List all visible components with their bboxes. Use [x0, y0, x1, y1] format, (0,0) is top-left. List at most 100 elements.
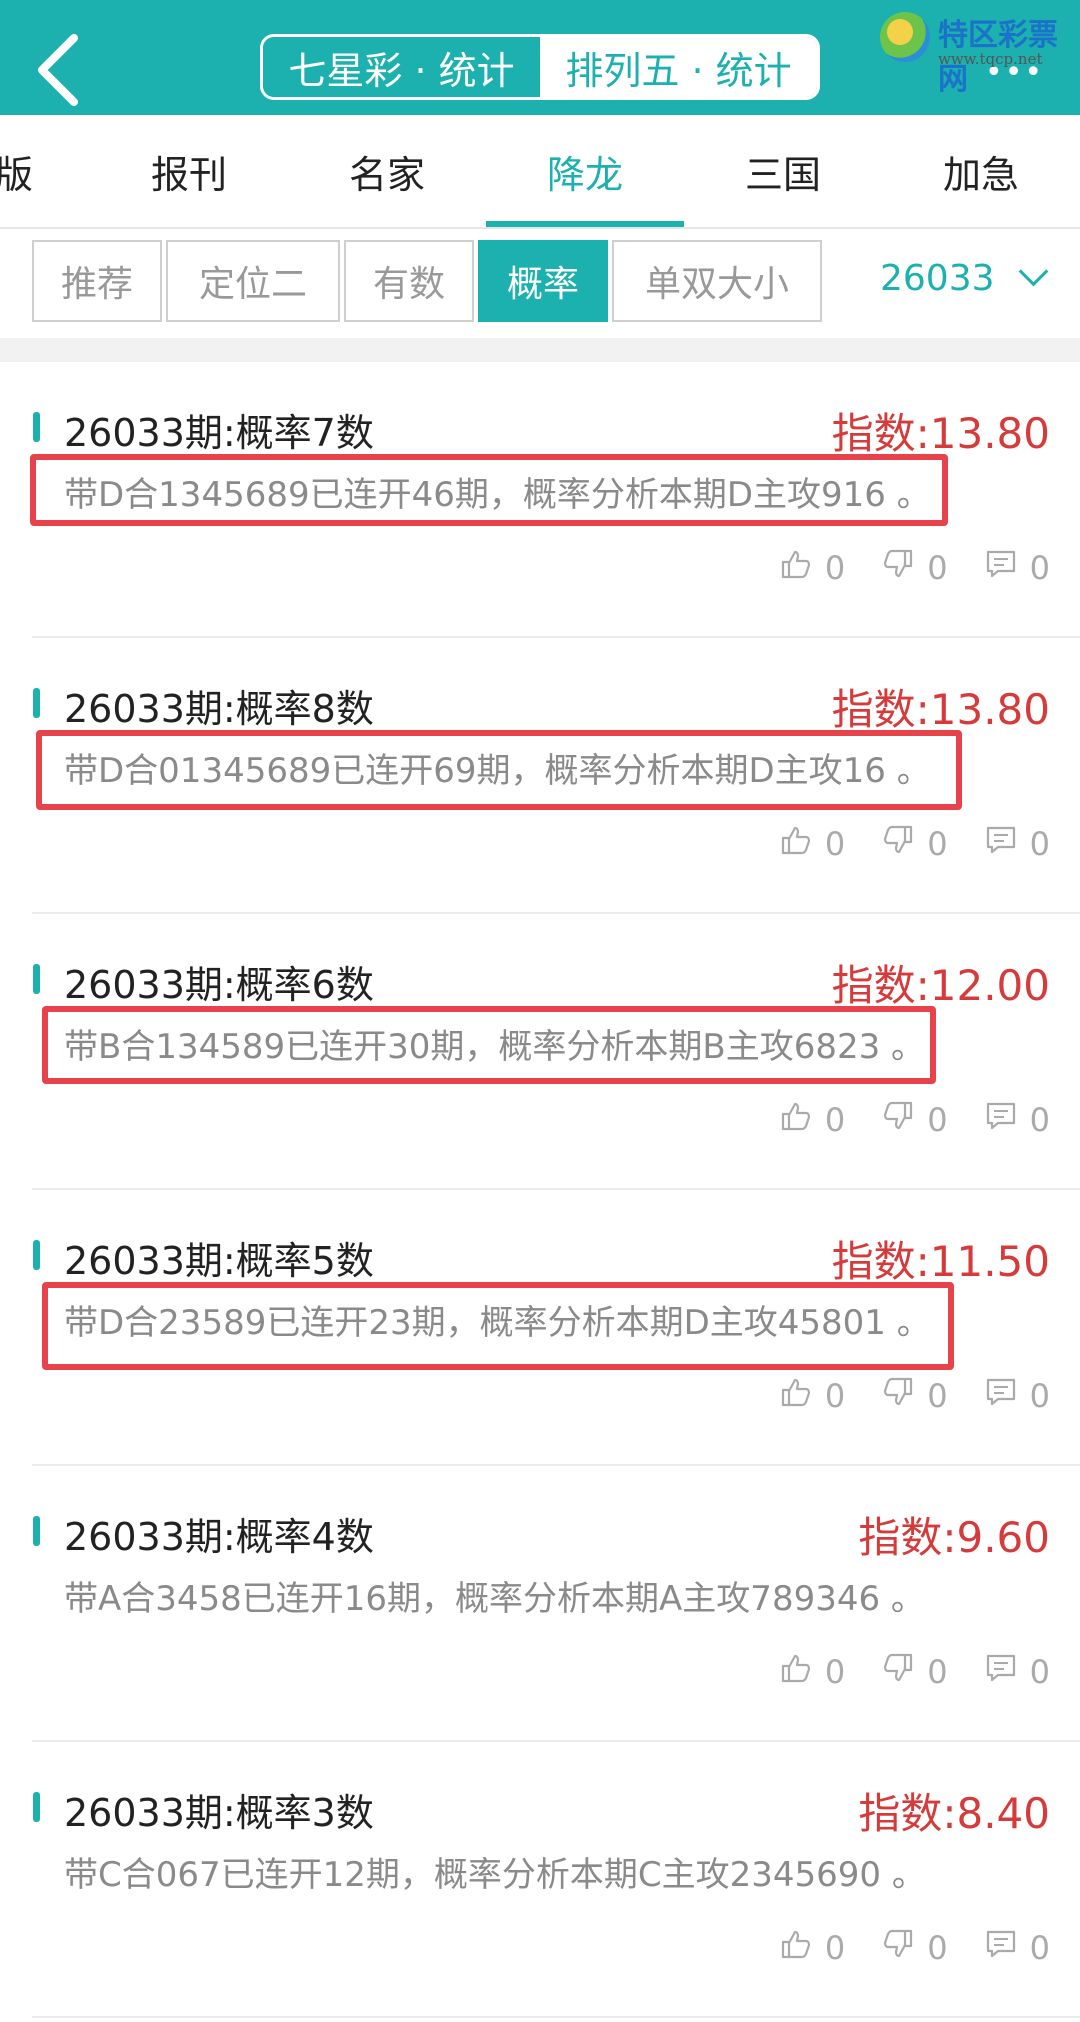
like-count: 0: [824, 549, 846, 587]
dislike-button[interactable]: 0: [881, 547, 948, 589]
site-watermark-logo: 特区彩票网 www.tqcp.net: [880, 8, 1075, 97]
card-title: 26033期:概率4数: [64, 1515, 374, 1559]
prediction-card[interactable]: 26033期:概率8数 指数:13.80 带D合01345689已连开69期，概率分…: [0, 638, 1080, 914]
card-score: 指数:9.60: [858, 1513, 1050, 1562]
segment-qixingcai[interactable]: 七星彩 · 统计: [263, 37, 540, 97]
card-actions: 0 0 0: [779, 1927, 1050, 1969]
like-button[interactable]: 0: [779, 1375, 845, 1417]
comment-button[interactable]: 0: [984, 1651, 1050, 1693]
comment-count: 0: [1029, 1653, 1050, 1691]
comment-button[interactable]: 0: [984, 1927, 1050, 1969]
comment-count: 0: [1029, 1101, 1050, 1139]
tab-sanguo[interactable]: 三国: [684, 115, 882, 227]
card-accent-bar: [33, 688, 40, 718]
dislike-button[interactable]: 0: [881, 1651, 948, 1693]
dislike-button[interactable]: 0: [881, 1927, 948, 1969]
card-accent-bar: [33, 964, 40, 994]
card-score: 指数:13.80: [831, 685, 1050, 734]
comment-icon: [984, 1375, 1018, 1417]
card-score: 指数:12.00: [831, 961, 1050, 1010]
card-accent-bar: [33, 1240, 40, 1270]
like-button[interactable]: 0: [779, 1651, 845, 1693]
tab-jiaji[interactable]: 加急: [882, 115, 1080, 227]
thumbs-up-icon: [779, 823, 813, 865]
filter-youshu[interactable]: 有数: [344, 240, 474, 322]
filter-danshuangdaxiao[interactable]: 单双大小: [612, 240, 822, 322]
thumbs-down-icon: [881, 1927, 915, 1969]
comment-icon: [984, 1099, 1018, 1141]
thumbs-down-icon: [881, 1099, 915, 1141]
thumbs-up-icon: [779, 547, 813, 589]
like-count: 0: [824, 1101, 846, 1139]
dislike-count: 0: [927, 1929, 948, 1967]
prediction-card[interactable]: 26033期:概率6数 指数:12.00 带B合134589已连开30期，概率分析本…: [0, 914, 1080, 1190]
tab-mingjia[interactable]: 名家: [288, 115, 486, 227]
like-button[interactable]: 0: [779, 547, 845, 589]
prediction-card[interactable]: 26033期:概率3数 指数:8.40 带C合067已连开12期，概率分析本期C主攻…: [0, 1742, 1080, 2018]
logo-url: www.tqcp.net: [938, 50, 1043, 68]
filter-tuijian[interactable]: 推荐: [32, 240, 162, 322]
segment-pailiewu[interactable]: 排列五 · 统计: [540, 37, 817, 97]
card-actions: 0 0 0: [779, 823, 1050, 865]
issue-select-value: 26033: [880, 258, 995, 299]
card-title: 26033期:概率6数: [64, 963, 374, 1007]
dislike-count: 0: [927, 1653, 948, 1691]
dislike-count: 0: [927, 825, 948, 863]
chevron-down-icon: [1018, 256, 1048, 287]
card-title: 26033期:概率3数: [64, 1791, 374, 1835]
prediction-card[interactable]: 26033期:概率5数 指数:11.50 带D合23589已连开23期，概率分析本期…: [0, 1190, 1080, 1466]
thumbs-up-icon: [779, 1651, 813, 1693]
card-actions: 0 0 0: [779, 1651, 1050, 1693]
card-title: 26033期:概率5数: [64, 1239, 374, 1283]
card-description: 带A合3458已连开16期，概率分析本期A主攻789346 。: [64, 1579, 925, 1619]
issue-select[interactable]: 26033: [880, 256, 1048, 299]
app-header: 七星彩 · 统计 排列五 · 统计 ••• 特区彩票网 www.tqcp.net: [0, 0, 1080, 115]
comment-button[interactable]: 0: [984, 823, 1050, 865]
comment-icon: [984, 1927, 1018, 1969]
dislike-button[interactable]: 0: [881, 823, 948, 865]
filter-tabs: 推荐 定位二 有数 概率 单双大小: [32, 240, 826, 326]
highlight-box: [42, 1282, 954, 1370]
thumbs-down-icon: [881, 1651, 915, 1693]
comment-count: 0: [1029, 1929, 1050, 1967]
comment-icon: [984, 547, 1018, 589]
filter-dingweier[interactable]: 定位二: [166, 240, 340, 322]
logo-emblem-icon: [880, 12, 930, 62]
like-button[interactable]: 0: [779, 1099, 845, 1141]
comment-button[interactable]: 0: [984, 547, 1050, 589]
highlight-box: [30, 454, 948, 526]
card-actions: 0 0 0: [779, 1099, 1050, 1141]
thumbs-up-icon: [779, 1375, 813, 1417]
tab-baokan[interactable]: 报刊: [90, 115, 288, 227]
comment-count: 0: [1029, 549, 1050, 587]
comment-button[interactable]: 0: [984, 1375, 1050, 1417]
card-actions: 0 0 0: [779, 1375, 1050, 1417]
thumbs-up-icon: [779, 1099, 813, 1141]
card-score: 指数:8.40: [858, 1789, 1050, 1838]
like-count: 0: [824, 1377, 846, 1415]
card-actions: 0 0 0: [779, 547, 1050, 589]
card-divider: [32, 2016, 1080, 2018]
comment-count: 0: [1029, 1377, 1050, 1415]
dislike-button[interactable]: 0: [881, 1375, 948, 1417]
like-button[interactable]: 0: [779, 1927, 845, 1969]
thumbs-down-icon: [881, 547, 915, 589]
prediction-card[interactable]: 26033期:概率7数 指数:13.80 带D合1345689已连开46期，概率分析…: [0, 362, 1080, 638]
card-accent-bar: [33, 412, 40, 442]
thumbs-down-icon: [881, 1375, 915, 1417]
tab-xianglong[interactable]: 降龙: [486, 115, 684, 227]
card-score: 指数:13.80: [831, 409, 1050, 458]
prediction-card[interactable]: 26033期:概率4数 指数:9.60 带A合3458已连开16期，概率分析本期A主…: [0, 1466, 1080, 1742]
dislike-button[interactable]: 0: [881, 1099, 948, 1141]
card-description: 带C合067已连开12期，概率分析本期C主攻2345690 。: [64, 1855, 926, 1895]
card-accent-bar: [33, 1792, 40, 1822]
like-count: 0: [824, 1929, 846, 1967]
filter-gailv[interactable]: 概率: [478, 240, 608, 322]
back-arrow-icon[interactable]: [30, 30, 90, 110]
card-score: 指数:11.50: [831, 1237, 1050, 1286]
comment-button[interactable]: 0: [984, 1099, 1050, 1141]
like-count: 0: [824, 825, 846, 863]
dislike-count: 0: [927, 1101, 948, 1139]
comment-icon: [984, 1651, 1018, 1693]
like-button[interactable]: 0: [779, 823, 845, 865]
